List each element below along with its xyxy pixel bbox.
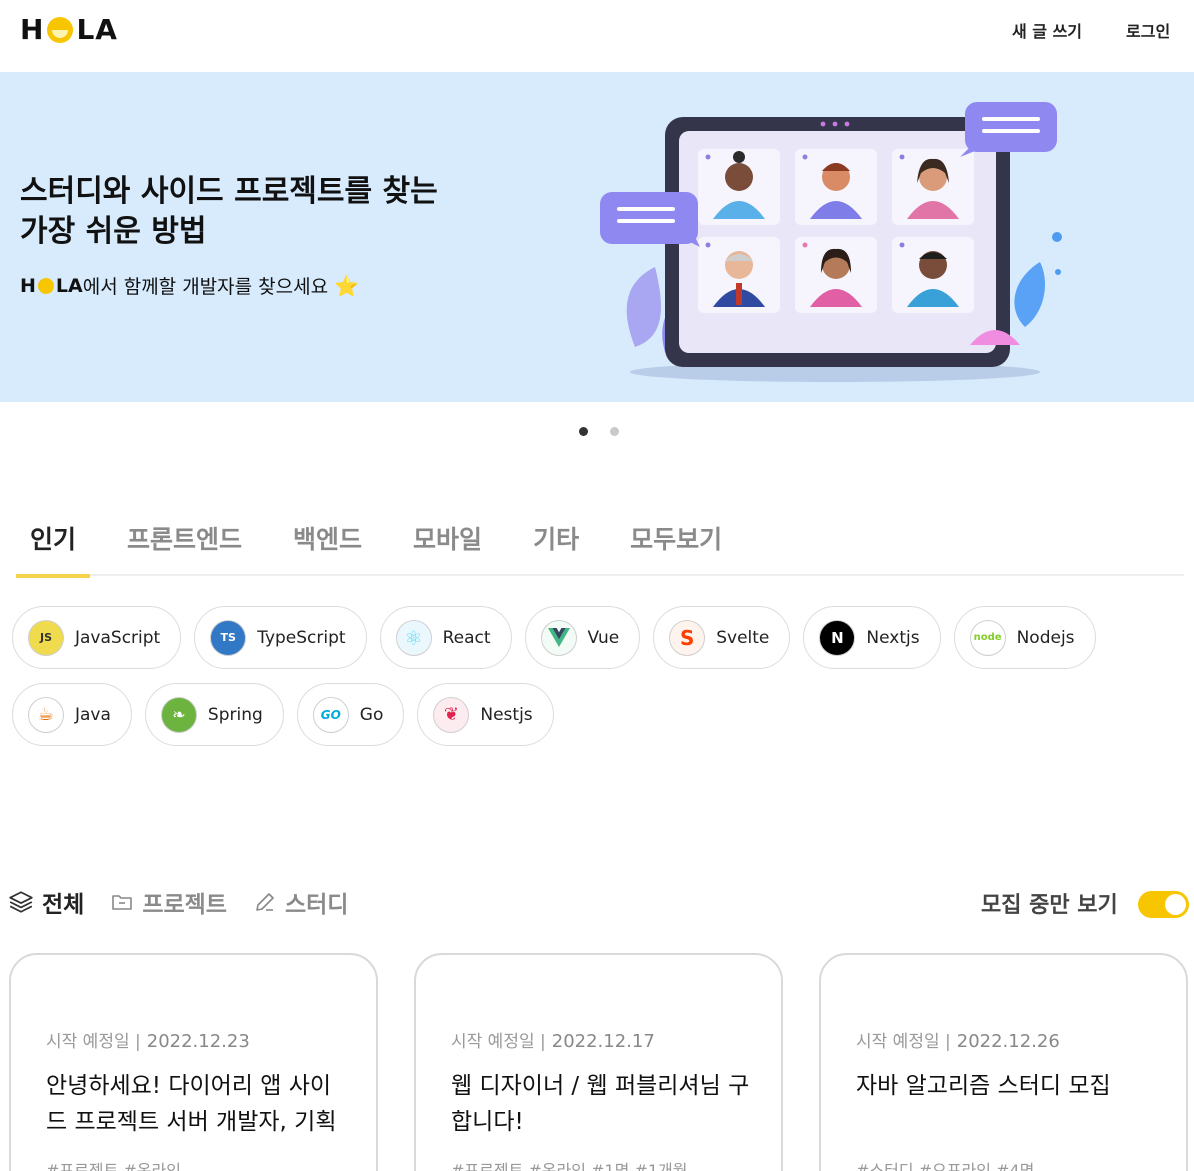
tech-stack-filter: JS JavaScript TS TypeScript ⚛ React Vue … [12, 606, 1112, 760]
filter-study-label: 스터디 [284, 892, 349, 918]
tab-etc[interactable]: 기타 [519, 510, 593, 576]
toggle-knob [1165, 894, 1186, 915]
banner-title: 스터디와 사이드 프로젝트를 찾는 가장 쉬운 방법 [20, 174, 438, 249]
stack-chip-label: JavaScript [75, 627, 161, 648]
login-button[interactable]: 로그인 [1126, 18, 1170, 42]
stack-chip-svelte[interactable]: S Svelte [653, 606, 791, 669]
tab-mobile[interactable]: 모바일 [399, 510, 496, 576]
typescript-icon: TS [210, 619, 247, 656]
start-date: 시작 예정일 | 2022.12.23 [46, 1027, 250, 1052]
stack-chip-go[interactable]: GO Go [296, 683, 405, 746]
stack-chip-label: Nodejs [1016, 627, 1075, 648]
post-type-filter: 전체 프로젝트 스터디 [8, 885, 374, 919]
java-icon: ☕ [28, 696, 64, 733]
hola-logo[interactable]: H LA [20, 13, 118, 46]
hero-banner[interactable]: 스터디와 사이드 프로젝트를 찾는 가장 쉬운 방법 H LA 에서 함께할 개발… [0, 72, 1194, 402]
start-date-label: 시작 예정일 | [46, 1032, 141, 1052]
hola-mini-logo: H LA [20, 274, 83, 297]
write-post-button[interactable]: 새 글 쓰기 [1012, 18, 1082, 42]
stack-chip-label: Nestjs [480, 704, 533, 725]
post-tags: #프로젝트 #온라인 #1명 #1개월 [451, 1161, 688, 1171]
filter-project-label: 프로젝트 [142, 892, 227, 918]
vue-icon [540, 619, 577, 656]
spring-icon: ❧ [160, 696, 197, 733]
stack-chip-javascript[interactable]: JS JavaScript [12, 606, 182, 669]
stack-chip-nodejs[interactable]: node Nodejs [953, 606, 1096, 669]
tab-popular[interactable]: 인기 [16, 510, 91, 578]
start-date-value: 2022.12.26 [956, 1031, 1060, 1052]
carousel-dot-2[interactable] [610, 427, 619, 436]
post-card[interactable]: 시작 예정일 | 2022.12.26 자바 알고리즘 스터디 모집 #스터디 #… [819, 953, 1188, 1171]
filter-study[interactable]: 스터디 [253, 885, 348, 919]
stack-chip-spring[interactable]: ❧ Spring [144, 683, 284, 746]
top-header: H LA 새 글 쓰기 로그인 [0, 0, 1194, 72]
javascript-icon: JS [28, 619, 64, 656]
nextjs-icon: N [819, 619, 856, 656]
start-date: 시작 예정일 | 2022.12.17 [451, 1027, 655, 1052]
stack-chip-label: Vue [587, 627, 620, 648]
nodejs-icon: node [969, 619, 1006, 656]
start-date-label: 시작 예정일 | [451, 1032, 546, 1052]
filter-project[interactable]: 프로젝트 [110, 885, 227, 919]
carousel-dot-1[interactable] [579, 427, 588, 436]
folder-icon [112, 895, 133, 910]
tab-all[interactable]: 모두보기 [616, 510, 736, 576]
start-date-value: 2022.12.23 [146, 1031, 250, 1052]
post-card[interactable]: 시작 예정일 | 2022.12.17 웹 디자이너 / 웹 퍼블리셔님 구합니다… [414, 953, 783, 1171]
recruiting-only-toggle[interactable] [1138, 891, 1189, 918]
stack-chip-label: Svelte [716, 627, 770, 648]
post-title: 웹 디자이너 / 웹 퍼블리셔님 구합니다! [451, 1073, 750, 1135]
stack-chip-typescript[interactable]: TS TypeScript [194, 606, 367, 669]
stack-chip-nextjs[interactable]: N Nextjs [803, 606, 941, 669]
filter-all-label: 전체 [42, 892, 85, 918]
stack-chip-label: Spring [207, 704, 263, 725]
stack-chip-vue[interactable]: Vue [524, 606, 641, 669]
svelte-icon: S [669, 619, 706, 656]
category-tabs: 인기 프론트엔드 백엔드 모바일 기타 모두보기 [16, 510, 1184, 578]
banner-subtitle-text: 에서 함께할 개발자를 찾으세요 [82, 276, 329, 298]
layers-icon [9, 891, 33, 913]
star-icon: ⭐ [334, 273, 359, 298]
stack-chip-react[interactable]: ⚛ React [379, 606, 512, 669]
banner-subtitle: H LA 에서 함께할 개발자를 찾으세요 ⭐ [20, 272, 359, 299]
stack-chip-label: TypeScript [257, 627, 346, 648]
post-card[interactable]: 시작 예정일 | 2022.12.23 안녕하세요! 다이어리 앱 사이드 프로젝… [9, 953, 378, 1171]
post-title: 자바 알고리즘 스터디 모집 [856, 1073, 1111, 1099]
carousel-pagination [579, 427, 619, 436]
post-tags: #스터디 #오프라인 #4명 [856, 1161, 1035, 1171]
post-tags: #프로젝트 #온라인 [46, 1161, 181, 1171]
pencil-icon [256, 893, 274, 911]
stack-chip-java[interactable]: ☕ Java [12, 683, 132, 746]
stack-chip-label: Go [359, 704, 384, 725]
tab-backend[interactable]: 백엔드 [279, 510, 376, 576]
video-call-illustration [600, 102, 1062, 382]
start-date-label: 시작 예정일 | [856, 1032, 951, 1052]
start-date-value: 2022.12.17 [551, 1031, 655, 1052]
post-title: 안녕하세요! 다이어리 앱 사이드 프로젝트 서버 개발자, 기획자 ... [46, 1073, 337, 1135]
go-icon: GO [312, 696, 349, 733]
react-icon: ⚛ [395, 619, 432, 656]
nestjs-icon: ❦ [433, 696, 470, 733]
stack-chip-label: React [442, 627, 491, 648]
tab-frontend[interactable]: 프론트엔드 [113, 510, 256, 576]
start-date: 시작 예정일 | 2022.12.26 [856, 1027, 1060, 1052]
stack-chip-nestjs[interactable]: ❦ Nestjs [417, 683, 554, 746]
recruiting-only-label: 모집 중만 보기 [981, 893, 1118, 918]
stack-chip-label: Java [75, 704, 111, 725]
stack-chip-label: Nextjs [866, 627, 920, 648]
filter-all[interactable]: 전체 [8, 885, 84, 919]
